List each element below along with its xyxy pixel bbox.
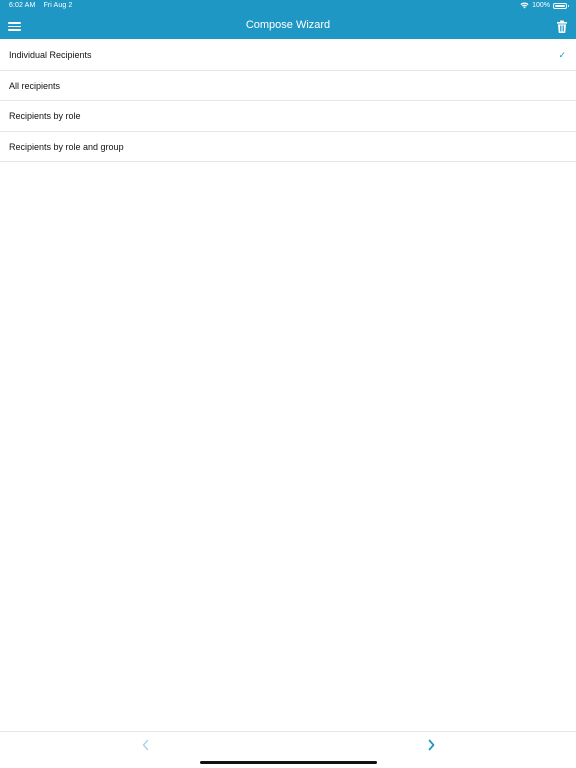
battery-fill xyxy=(555,4,565,7)
page-title: Compose Wizard xyxy=(245,19,331,31)
option-label: Individual Recipients xyxy=(9,50,92,60)
chevron-left-icon[interactable] xyxy=(139,738,153,752)
status-bar-right: 100% xyxy=(520,2,569,9)
option-all-recipients[interactable]: All recipients xyxy=(0,71,576,101)
option-recipients-by-role[interactable]: Recipients by role xyxy=(0,101,576,132)
battery-icon xyxy=(553,2,569,9)
status-bar-time: 6:02 AM Fri Aug 2 xyxy=(9,2,72,9)
status-time: 6:02 AM xyxy=(9,2,36,9)
option-recipients-by-role-and-group[interactable]: Recipients by role and group xyxy=(0,132,576,162)
checkmark-icon: ✓ xyxy=(558,50,566,60)
navigation-bar: 6:02 AM Fri Aug 2 100% Compose Wizard xyxy=(0,0,576,39)
home-indicator xyxy=(200,761,377,764)
bottom-toolbar xyxy=(0,731,576,768)
status-date: Fri Aug 2 xyxy=(43,2,73,9)
option-label: Recipients by role and group xyxy=(9,141,124,152)
battery-percent: 100% xyxy=(532,2,550,9)
recipient-options-list: Individual Recipients ✓ All recipients R… xyxy=(0,40,576,162)
wifi-icon xyxy=(520,2,529,9)
option-label: All recipients xyxy=(9,80,61,91)
chevron-right-icon[interactable] xyxy=(424,738,438,752)
battery-tip xyxy=(567,5,569,7)
option-individual-recipients[interactable]: Individual Recipients ✓ xyxy=(0,40,576,71)
trash-icon[interactable] xyxy=(556,20,568,33)
option-label: Recipients by role xyxy=(9,111,81,121)
